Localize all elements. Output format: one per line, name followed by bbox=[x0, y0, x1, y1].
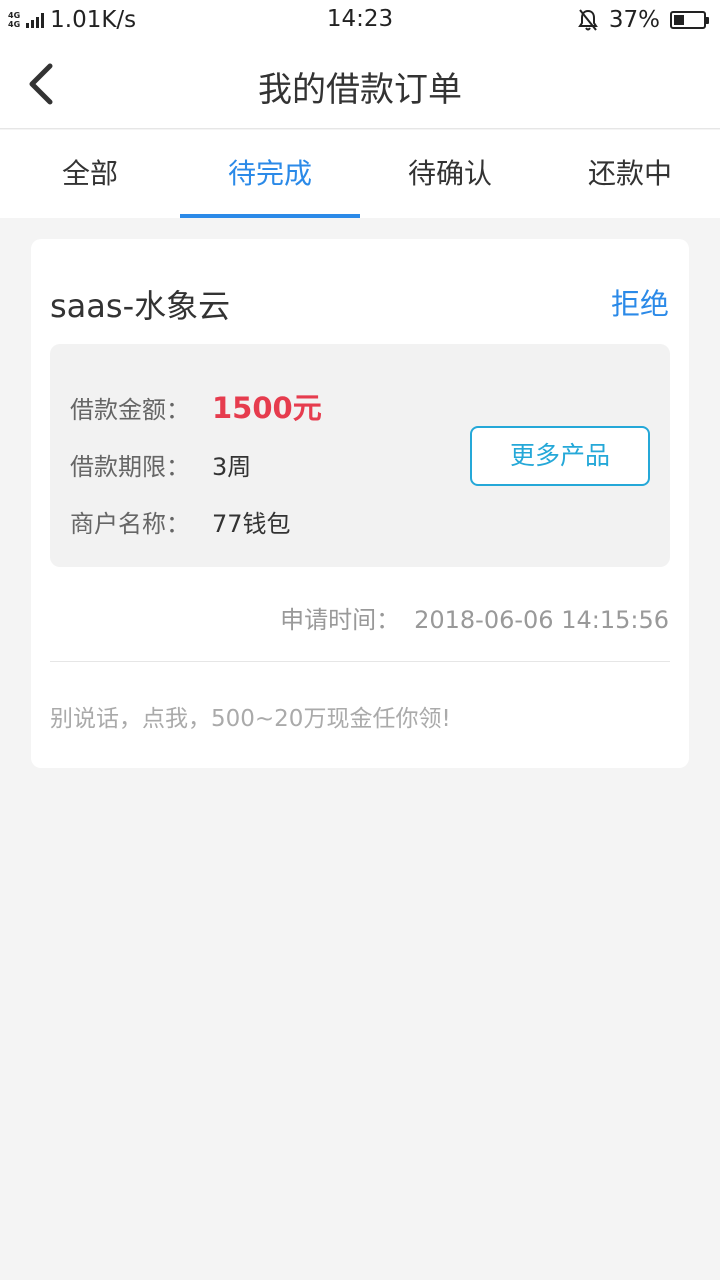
chevron-left-icon bbox=[29, 63, 53, 105]
merchant-label: 商户名称： bbox=[70, 510, 190, 538]
term-row: 借款期限： 3周 bbox=[70, 447, 251, 482]
signal-icon bbox=[26, 12, 45, 28]
header-bar: 我的借款订单 bbox=[0, 40, 720, 129]
vendor-name: saas-水象云 bbox=[50, 287, 231, 325]
status-left: 4G 4G 1.01K/s bbox=[8, 0, 136, 40]
amount-label: 借款金额： bbox=[70, 396, 190, 424]
battery-level bbox=[674, 15, 685, 25]
order-card: saas-水象云 拒绝 借款金额： 1500元 借款期限： 3周 商户名称： 7… bbox=[31, 239, 689, 768]
merchant-value: 77钱包 bbox=[212, 510, 291, 538]
reject-button[interactable]: 拒绝 bbox=[611, 281, 669, 323]
amount-row: 借款金额： 1500元 bbox=[70, 390, 322, 425]
promo-link[interactable]: 别说话，点我，500~20万现金任你领! bbox=[50, 699, 451, 733]
term-value: 3周 bbox=[212, 453, 252, 481]
net-speed: 1.01K/s bbox=[50, 7, 137, 33]
tab-all[interactable]: 全部 bbox=[0, 130, 180, 218]
apply-time-value: 2018-06-06 14:15:56 bbox=[414, 606, 669, 634]
network-tag: 4G bbox=[8, 20, 21, 29]
amount-value: 1500元 bbox=[212, 391, 322, 425]
page-title: 我的借款订单 bbox=[258, 70, 462, 110]
back-button[interactable] bbox=[24, 60, 64, 108]
merchant-row: 商户名称： 77钱包 bbox=[70, 504, 291, 539]
tab-pending-completion[interactable]: 待完成 bbox=[180, 130, 360, 218]
battery-icon bbox=[670, 11, 709, 29]
tab-repaying[interactable]: 还款中 bbox=[540, 130, 720, 218]
tab-pending-confirmation[interactable]: 待确认 bbox=[360, 130, 540, 218]
status-bar: 4G 4G 1.01K/s 14:23 37% bbox=[0, 0, 720, 40]
term-label: 借款期限： bbox=[70, 453, 190, 481]
order-tabs: 全部 待完成 待确认 还款中 bbox=[0, 130, 720, 218]
apply-time-label: 申请时间： bbox=[280, 606, 401, 634]
divider bbox=[50, 661, 670, 662]
status-right: 37% bbox=[577, 0, 709, 40]
network-tag: 4G bbox=[8, 11, 21, 20]
order-details: 借款金额： 1500元 借款期限： 3周 商户名称： 77钱包 更多产品 bbox=[50, 344, 670, 567]
apply-time: 申请时间： 2018-06-06 14:15:56 bbox=[280, 600, 669, 635]
mute-icon bbox=[578, 9, 598, 31]
network-type-icon: 4G 4G bbox=[8, 11, 20, 29]
battery-percent: 37% bbox=[608, 7, 660, 33]
more-products-button[interactable]: 更多产品 bbox=[470, 426, 650, 486]
